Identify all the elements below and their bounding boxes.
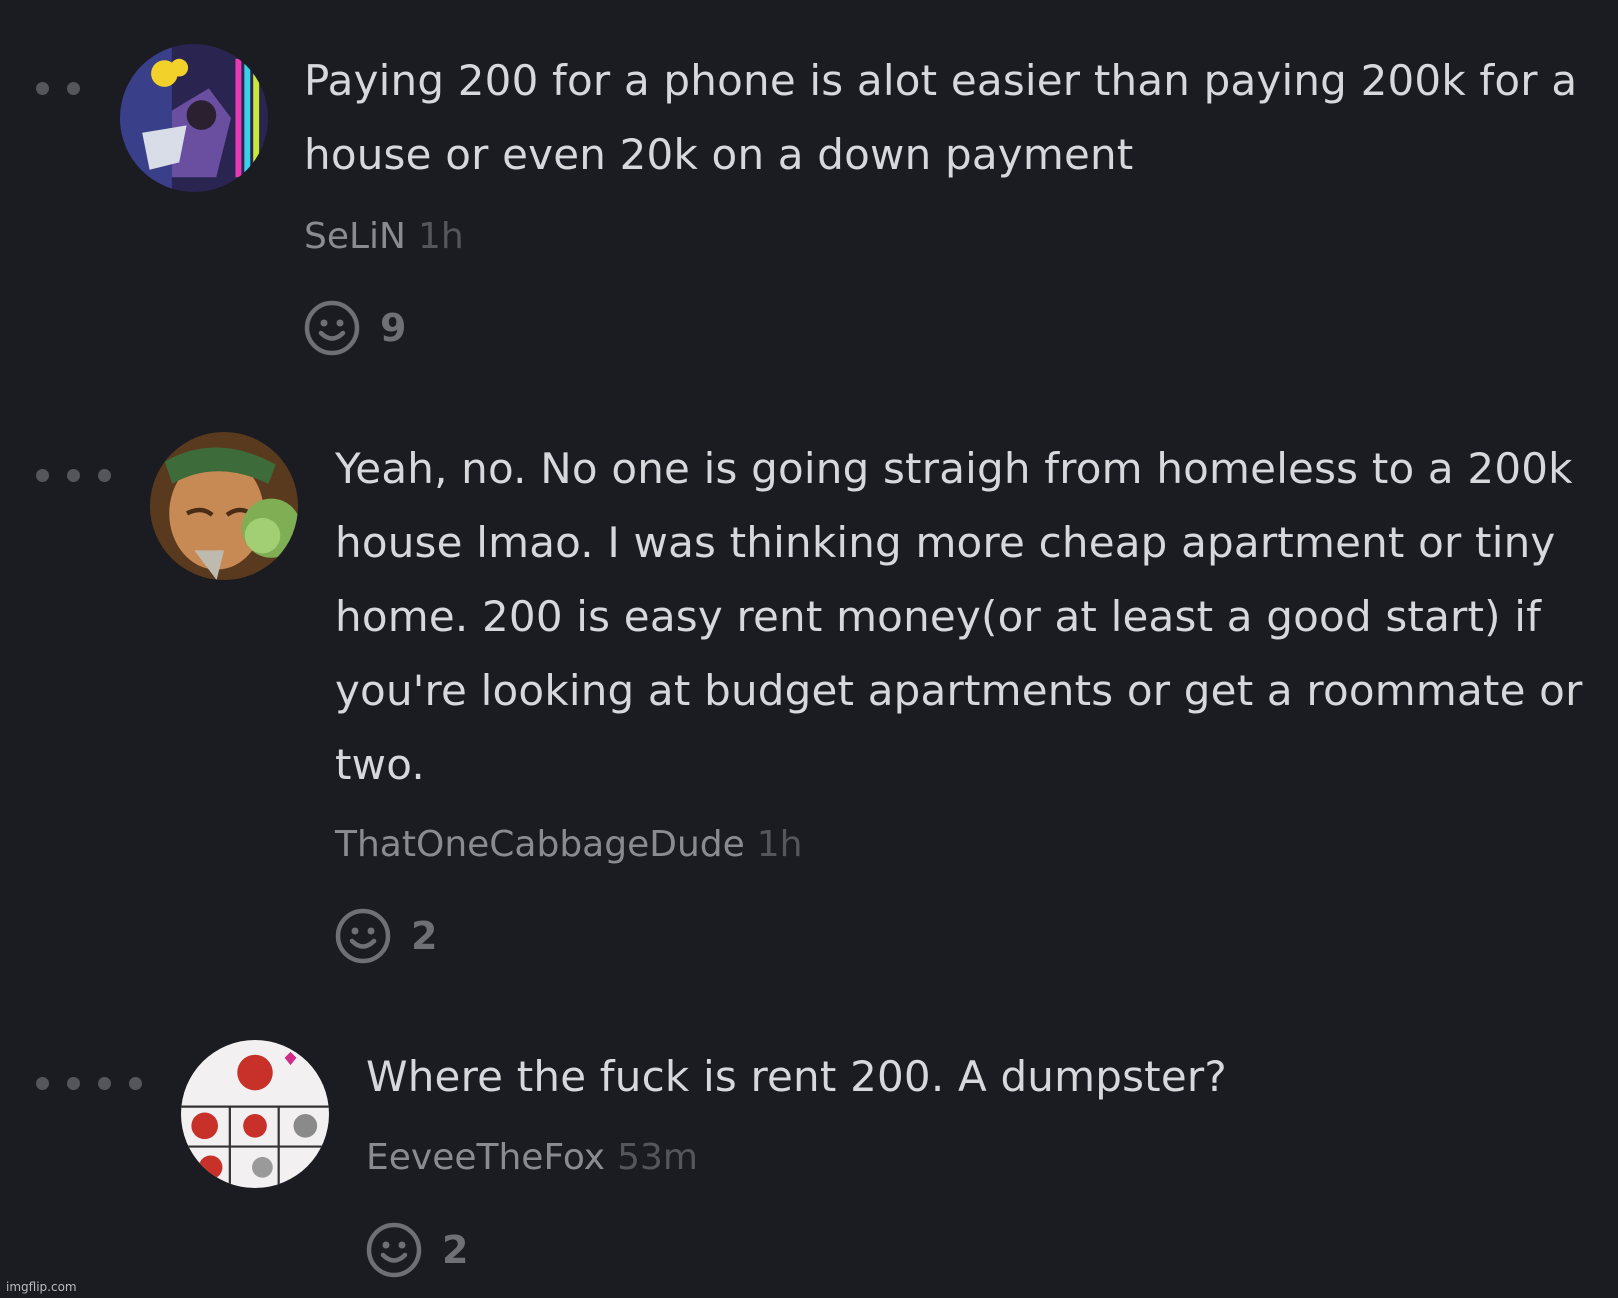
thread-indent-dots (36, 465, 111, 485)
reaction-button[interactable]: 9 (304, 300, 406, 356)
timestamp: 1h (756, 824, 803, 865)
thread-indent-dots (36, 78, 80, 98)
avatar[interactable] (120, 44, 268, 192)
watermark: imgflip.com (6, 1280, 77, 1294)
comment-meta: SeLiN 1h (304, 215, 464, 259)
timestamp: 53m (617, 1137, 698, 1178)
comment-text: Yeah, no. No one is going straigh from h… (335, 444, 1583, 789)
avatar[interactable] (150, 432, 298, 580)
smiley-icon (366, 1222, 422, 1278)
timestamp: 1h (418, 216, 464, 257)
comment-meta: EeveeTheFox 53m (366, 1136, 698, 1180)
author-name[interactable]: SeLiN (304, 216, 406, 257)
smiley-icon (304, 300, 360, 356)
reaction-button[interactable]: 2 (366, 1222, 468, 1278)
reaction-count: 9 (380, 306, 407, 350)
thread-indent-dots (36, 1073, 142, 1093)
comment-meta: ThatOneCabbageDude 1h (335, 823, 803, 867)
reaction-button[interactable]: 2 (335, 908, 437, 964)
avatar[interactable] (181, 1040, 329, 1188)
comment-text: Where the fuck is rent 200. A dumpster? (366, 1052, 1227, 1101)
reaction-count: 2 (442, 1228, 469, 1272)
reaction-count: 2 (411, 914, 438, 958)
comment-text: Paying 200 for a phone is alot easier th… (304, 56, 1578, 179)
smiley-icon (335, 908, 391, 964)
author-name[interactable]: ThatOneCabbageDude (335, 824, 745, 865)
author-name[interactable]: EeveeTheFox (366, 1137, 605, 1178)
